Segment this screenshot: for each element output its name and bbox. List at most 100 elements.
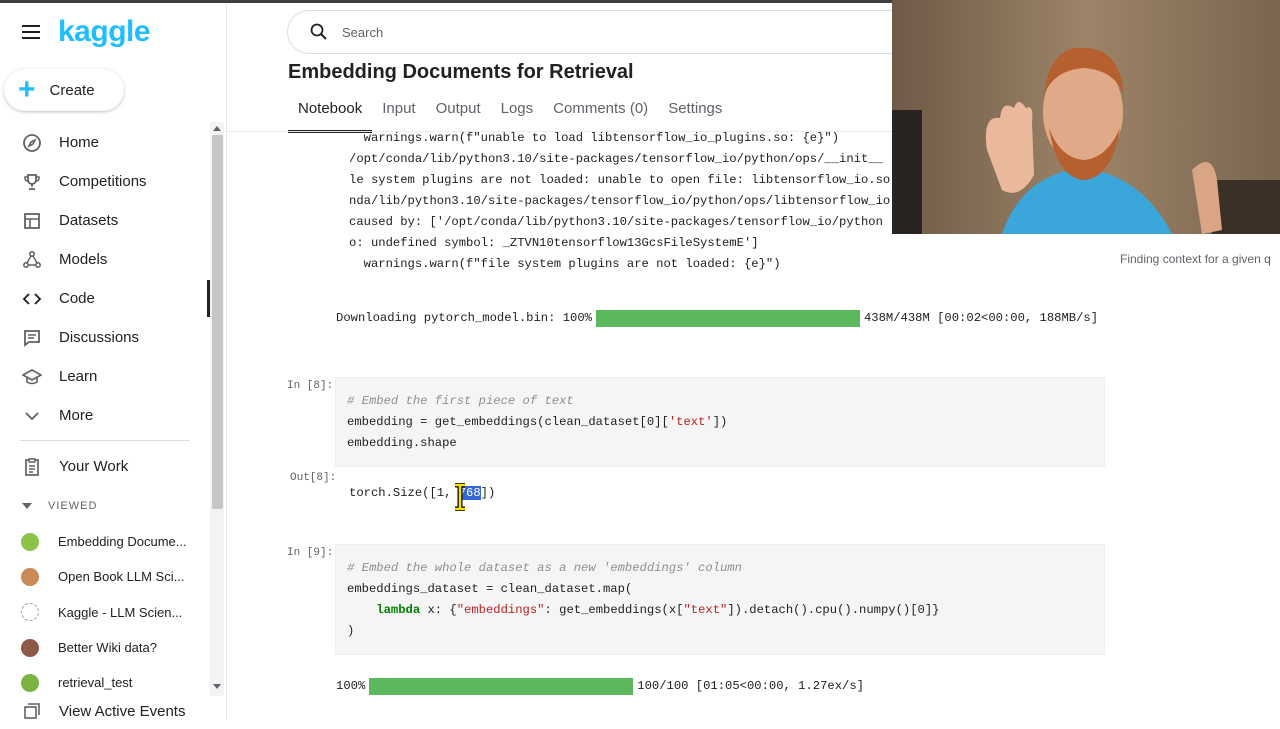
sidebar-item-your-work[interactable]: Your Work (0, 447, 208, 486)
stderr-line: warnings.warn(f"file system plugins are … (349, 257, 781, 271)
sidebar-item-models[interactable]: Models (0, 240, 208, 279)
sidebar-item-datasets[interactable]: Datasets (0, 201, 208, 240)
graduation-cap-icon (20, 365, 44, 389)
models-icon (20, 248, 44, 272)
sidebar-item-code[interactable]: Code (0, 279, 210, 318)
sidebar: kaggle + Create Home Competitions Datase… (0, 3, 227, 720)
create-button-label: Create (49, 81, 95, 99)
cell-in-prompt: In [9]: (287, 547, 334, 559)
stderr-line: le system plugins are not loaded: unable… (349, 173, 890, 187)
cell-out-prompt: Out[8]: (290, 472, 337, 484)
create-button[interactable]: + Create (4, 69, 124, 111)
chevron-down-icon (20, 404, 44, 428)
tab-comments[interactable]: Comments (0) (543, 100, 658, 131)
code-cell[interactable]: # Embed the first piece of text embeddin… (335, 377, 1105, 467)
progress-bar (369, 677, 634, 695)
sidebar-item-label: Learn (59, 368, 98, 385)
code-comment: # Embed the first piece of text (347, 394, 574, 408)
code-line: embedding = get_embeddings(clean_dataset… (347, 415, 728, 429)
recent-item-label: Embedding Docume... (58, 534, 187, 550)
table-icon (20, 209, 44, 233)
download-progress: Downloading pytorch_model.bin: 100% 438M… (336, 309, 1098, 327)
code-line: ) (347, 624, 355, 638)
presenter-video-image (892, 0, 1280, 234)
text-cursor-icon (452, 482, 468, 516)
avatar (21, 673, 39, 692)
progress-label: Downloading pytorch_model.bin: 100% (336, 311, 592, 325)
search-icon (310, 23, 328, 46)
kaggle-logo[interactable]: kaggle (58, 15, 151, 49)
progress-stats: 438M/438M [00:02<00:00, 188MB/s] (863, 311, 1099, 325)
recent-item[interactable]: Embedding Docume... (0, 524, 208, 559)
recent-item-label: Open Book LLM Sci... (58, 569, 185, 585)
events-icon (20, 699, 44, 723)
recent-item-label: retrieval_test (58, 675, 133, 691)
viewed-heading: VIEWED (48, 500, 98, 512)
sidebar-item-learn[interactable]: Learn (0, 357, 208, 396)
sidebar-item-discussions[interactable]: Discussions (0, 318, 208, 357)
trophy-icon (20, 170, 44, 194)
map-progress: 100% 100/100 [01:05<00:00, 1.27ex/s] (336, 677, 864, 695)
viewed-section-toggle[interactable]: VIEWED (22, 500, 97, 512)
search-bar[interactable] (287, 10, 929, 54)
stderr-line: warnings.warn(f"unable to load libtensor… (349, 131, 840, 145)
hamburger-menu-icon[interactable] (22, 25, 40, 39)
sidebar-item-more[interactable]: More (0, 396, 208, 435)
code-icon (20, 287, 44, 311)
tab-logs[interactable]: Logs (491, 100, 544, 131)
view-active-events-label: View Active Events (59, 702, 186, 720)
stderr-line: nda/lib/python3.10/site-packages/tensorf… (349, 194, 890, 208)
recent-item-label: Better Wiki data? (58, 640, 157, 656)
recent-list: Embedding Docume... Open Book LLM Sci...… (0, 524, 208, 700)
avatar (21, 532, 39, 551)
tab-settings[interactable]: Settings (658, 100, 732, 131)
progress-stats: 100/100 [01:05<00:00, 1.27ex/s] (637, 679, 864, 693)
caret-down-icon (22, 503, 32, 509)
code-line: embedding.shape (347, 436, 457, 450)
discussions-icon (20, 326, 44, 350)
webcam-overlay (892, 0, 1280, 234)
cell-in-prompt: In [8]: (287, 380, 334, 392)
sidebar-item-label: Models (59, 251, 108, 268)
plus-icon: + (18, 73, 36, 106)
search-input[interactable] (340, 21, 844, 43)
recent-item[interactable]: Open Book LLM Sci... (0, 559, 208, 594)
sidebar-item-label: Home (59, 134, 100, 151)
notebook-title: Embedding Documents for Retrieval (288, 61, 634, 83)
progress-label: 100% (336, 679, 366, 693)
sidebar-item-home[interactable]: Home (0, 123, 208, 162)
compass-icon (20, 131, 44, 155)
sidebar-nav: Home Competitions Datasets Models Code D… (0, 123, 210, 435)
progress-bar (595, 309, 860, 327)
code-cell[interactable]: # Embed the whole dataset as a new 'embe… (335, 544, 1105, 655)
avatar (21, 638, 39, 657)
code-comment: # Embed the whole dataset as a new 'embe… (347, 561, 742, 575)
sidebar-scrollbar-thumb[interactable] (212, 135, 223, 509)
sidebar-item-label: Competitions (59, 173, 147, 190)
stderr-line: o: undefined symbol: _ZTVN10tensorflow13… (349, 236, 759, 250)
side-caption: Finding context for a given q (1120, 252, 1271, 266)
sidebar-item-competitions[interactable]: Competitions (0, 162, 208, 201)
stderr-line: caused by: ['/opt/conda/lib/python3.10/s… (349, 215, 883, 229)
recent-item[interactable]: Better Wiki data? (0, 630, 208, 665)
sidebar-divider (20, 440, 190, 441)
sidebar-item-label: Datasets (59, 212, 119, 229)
code-line: lambda x: {"embeddings": get_embeddings(… (376, 603, 940, 617)
scroll-up-arrow-icon[interactable] (213, 126, 221, 131)
tab-output[interactable]: Output (426, 100, 491, 131)
code-line: embeddings_dataset = clean_dataset.map( (347, 582, 633, 596)
recent-item-label: Kaggle - LLM Scien... (58, 604, 183, 620)
sidebar-item-label: Code (59, 290, 95, 307)
avatar (21, 603, 39, 622)
recent-item[interactable]: Kaggle - LLM Scien... (0, 595, 208, 630)
stderr-line: /opt/conda/lib/python3.10/site-packages/… (349, 152, 883, 166)
sidebar-item-label: Your Work (59, 458, 129, 475)
cell-output[interactable]: torch.Size([1, 768]) (349, 486, 495, 500)
tab-notebook[interactable]: Notebook (288, 100, 373, 133)
sidebar-item-label: Discussions (59, 329, 140, 346)
stderr-output: warnings.warn(f"unable to load libtensor… (349, 128, 890, 278)
avatar (21, 567, 39, 586)
scroll-down-arrow-icon[interactable] (213, 684, 221, 689)
view-active-events-link[interactable]: View Active Events (0, 693, 208, 729)
tab-input[interactable]: Input (372, 100, 425, 131)
